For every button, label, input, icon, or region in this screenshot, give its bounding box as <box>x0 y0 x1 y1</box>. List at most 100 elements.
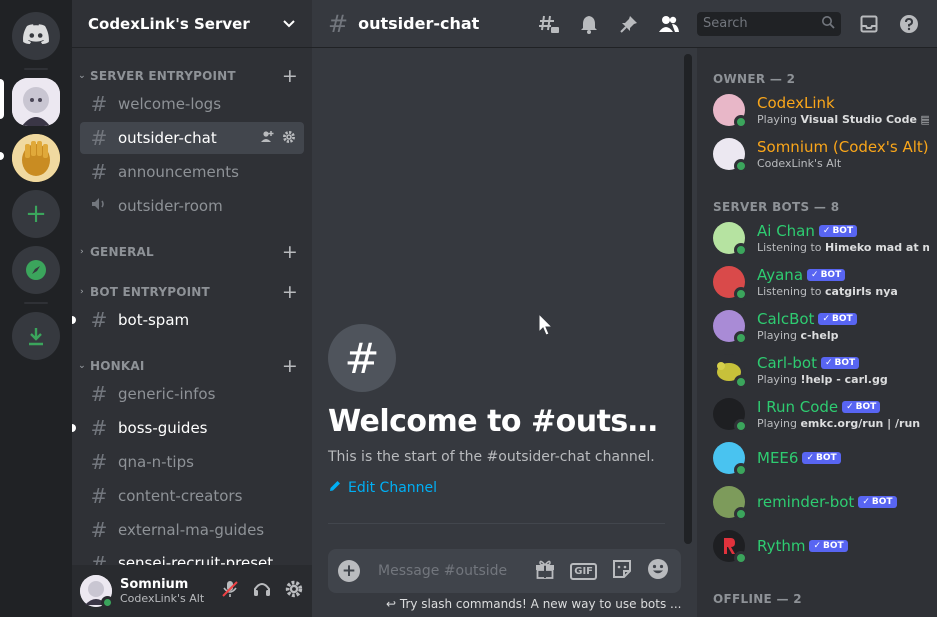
category-general[interactable]: › GENERAL + <box>72 241 312 263</box>
member-name: Ai Chan <box>757 222 815 240</box>
attach-plus-icon[interactable]: + <box>338 560 360 582</box>
discord-app: + CodexLink's Server ⌄ SERVER ENTRYPOINT… <box>0 0 937 617</box>
search-input[interactable]: Search <box>697 11 841 36</box>
channel-outsider-room[interactable]: outsider-room <box>80 190 304 222</box>
channel-boss-guides[interactable]: # boss-guides <box>72 412 304 444</box>
gauntlet-icon <box>12 134 60 182</box>
edit-channel-link[interactable]: Edit Channel <box>328 479 665 497</box>
member-item[interactable]: Ai Chan ✓ BOT Listening to Himeko mad at … <box>705 216 929 260</box>
member-item[interactable]: CodexLink Playing Visual Studio Code ▤ <box>705 88 929 132</box>
text-channel-icon: # <box>90 308 108 332</box>
channel-generic-infos[interactable]: # generic-infos <box>80 378 304 410</box>
channel-label: content-creators <box>118 487 243 505</box>
add-server-button[interactable]: + <box>12 190 60 238</box>
pin-icon[interactable] <box>617 12 641 36</box>
member-item[interactable]: Carl-bot ✓ BOT Playing !help - carl.gg <box>705 348 929 392</box>
avatar[interactable] <box>80 575 114 609</box>
member-list-icon[interactable] <box>657 12 681 36</box>
explore-servers-button[interactable] <box>12 246 60 294</box>
member-item[interactable]: reminder-bot ✓ BOT <box>705 480 929 524</box>
member-item[interactable]: Rythm ✓ BOT <box>705 524 929 568</box>
text-channel-icon: # <box>90 126 108 150</box>
guild-gauntlet[interactable] <box>12 134 60 182</box>
chevron-right-icon: › <box>80 287 84 297</box>
sticker-icon[interactable] <box>611 558 633 584</box>
rail-separator <box>24 68 48 70</box>
help-icon[interactable] <box>897 12 921 36</box>
create-channel-icon[interactable]: + <box>282 65 298 87</box>
home-button[interactable] <box>12 12 60 60</box>
create-channel-icon[interactable]: + <box>282 355 298 377</box>
member-item[interactable]: Somnium (Codex's Alt) CodexLink's Alt <box>705 132 929 176</box>
invite-icon[interactable] <box>260 130 274 147</box>
member-name: CodexLink <box>757 94 835 112</box>
create-channel-icon[interactable]: + <box>282 241 298 263</box>
member-name: Somnium (Codex's Alt) <box>757 138 929 156</box>
guild-avatar-icon <box>12 78 60 126</box>
category-server-entrypoint[interactable]: ⌄ SERVER ENTRYPOINT + <box>72 65 312 87</box>
online-status-icon <box>734 159 748 173</box>
member-activity: Playing Visual Studio Code ▤ <box>757 113 929 126</box>
search-placeholder: Search <box>703 16 748 31</box>
channel-announcements[interactable]: # announcements <box>80 156 304 188</box>
download-apps-button[interactable] <box>12 312 60 360</box>
online-status-icon <box>734 287 748 301</box>
scrollbar-thumb[interactable] <box>684 54 692 544</box>
create-channel-icon[interactable]: + <box>282 281 298 303</box>
member-list: OWNER — 2 CodexLink Playing Visual Studi… <box>697 48 937 617</box>
member-item[interactable]: Ayana ✓ BOT Listening to catgirls nya <box>705 260 929 304</box>
gif-button[interactable]: GIF <box>570 562 597 580</box>
channel-sensei-recruit-preset[interactable]: # sensei-recruit-preset <box>80 548 304 565</box>
bot-badge: ✓ BOT <box>842 401 881 413</box>
channel-label: outsider-room <box>118 197 223 215</box>
text-channel-icon: # <box>90 484 108 508</box>
channel-header: # outsider-chat Search <box>312 0 937 48</box>
member-name: Carl-bot <box>757 354 817 372</box>
channel-label: welcome-logs <box>118 95 222 113</box>
server-header[interactable]: CodexLink's Server <box>72 0 312 48</box>
bot-badge: ✓ BOT <box>809 540 848 552</box>
plus-icon: + <box>25 199 47 229</box>
channel-label: qna-n-tips <box>118 453 194 471</box>
text-channel-icon: # <box>90 450 108 474</box>
member-item[interactable]: I Run Code ✓ BOT Playing emkc.org/run | /… <box>705 392 929 436</box>
threads-icon[interactable] <box>537 12 561 36</box>
text-channel-icon: # <box>90 382 108 406</box>
member-activity: Listening to catgirls nya <box>757 285 898 298</box>
channel-outsider-chat[interactable]: # outsider-chat <box>80 122 304 154</box>
channel-content-creators[interactable]: # content-creators <box>80 480 304 512</box>
channel-qna-n-tips[interactable]: # qna-n-tips <box>80 446 304 478</box>
discord-logo-icon <box>23 24 49 48</box>
headphones-icon[interactable] <box>252 579 272 603</box>
category-label: BOT ENTRYPOINT <box>90 285 210 299</box>
gear-icon[interactable] <box>284 579 304 603</box>
slash-command-tip[interactable]: ↩ Try slash commands! A new way to use b… <box>386 597 682 611</box>
message-input[interactable]: + Message #outsider-chat GIF <box>328 549 681 593</box>
member-item[interactable]: CalcBot ✓ BOT Playing c-help <box>705 304 929 348</box>
member-group-header: OFFLINE — 2 <box>713 592 802 606</box>
channel-bot-spam[interactable]: # bot-spam <box>72 304 304 336</box>
guild-codexlink[interactable] <box>12 78 60 126</box>
scrollbar-track[interactable] <box>684 54 692 544</box>
channel-external-ma-guides[interactable]: # external-ma-guides <box>80 514 304 546</box>
channel-welcome-logs[interactable]: # welcome-logs <box>80 88 304 120</box>
avatar <box>713 354 748 389</box>
member-item[interactable]: MEE6 ✓ BOT <box>705 436 929 480</box>
category-honkai[interactable]: ⌄ HONKAI + <box>72 355 312 377</box>
search-icon <box>821 15 835 33</box>
avatar <box>713 266 748 301</box>
category-bot-entrypoint[interactable]: › BOT ENTRYPOINT + <box>72 281 312 303</box>
chevron-right-icon: › <box>80 247 84 257</box>
gift-icon[interactable] <box>534 558 556 584</box>
channel-label: outsider-chat <box>118 129 217 147</box>
bot-badge: ✓ BOT <box>858 496 897 508</box>
avatar <box>713 398 748 433</box>
emoji-icon[interactable] <box>647 558 669 584</box>
gear-icon[interactable] <box>282 130 296 147</box>
welcome-subtitle: This is the start of the #outsider-chat … <box>328 449 655 465</box>
mute-microphone-icon[interactable] <box>220 579 240 603</box>
bell-icon[interactable] <box>577 12 601 36</box>
inbox-icon[interactable] <box>857 12 881 36</box>
server-list: + <box>0 0 72 617</box>
text-channel-icon: # <box>90 416 108 440</box>
